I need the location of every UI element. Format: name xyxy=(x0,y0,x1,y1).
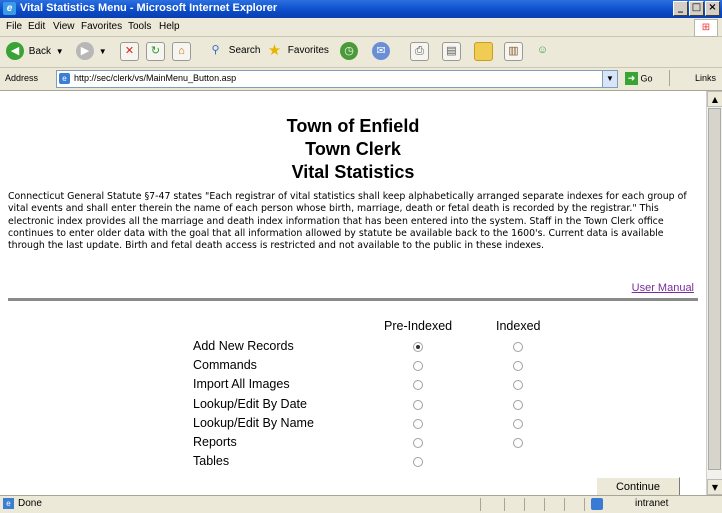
forward-button[interactable]: ▶ ▼ xyxy=(76,42,107,62)
pre-indexed-radio[interactable] xyxy=(413,418,423,429)
pre-indexed-radio[interactable] xyxy=(413,380,423,391)
address-bar: Address e http://sec/clerk/vs/MainMenu_B… xyxy=(0,68,722,91)
page-done-icon: e xyxy=(3,498,14,509)
column-indexed: Indexed xyxy=(496,319,541,333)
forward-dropdown-icon[interactable]: ▼ xyxy=(99,47,107,56)
back-button[interactable]: ◀ Back ▼ xyxy=(6,42,64,62)
status-bar: e Done intranet xyxy=(0,495,722,513)
address-label: Address xyxy=(5,73,39,83)
folder-icon xyxy=(474,42,493,61)
edit-page-icon: ▤ xyxy=(442,42,461,61)
indexed-radio[interactable] xyxy=(513,438,523,448)
menu-bar: File Edit View Favorites Tools Help ⊞ xyxy=(0,18,722,37)
windows-logo-icon: ⊞ xyxy=(694,19,718,37)
go-button[interactable]: ➜ Go xyxy=(625,72,653,85)
back-arrow-icon: ◀ xyxy=(6,42,24,60)
option-label: Import All Images xyxy=(193,377,290,392)
print-button[interactable]: ⎙ xyxy=(410,42,429,62)
pre-indexed-radio[interactable] xyxy=(413,342,423,352)
go-arrow-icon: ➜ xyxy=(625,72,638,85)
statute-description: Connecticut General Statute §7-47 states… xyxy=(8,191,687,252)
back-dropdown-icon[interactable]: ▼ xyxy=(56,47,64,56)
page-subtitle: Town Clerk xyxy=(305,139,401,159)
refresh-button[interactable]: ↻ xyxy=(146,42,165,62)
printer-icon: ⎙ xyxy=(410,42,429,61)
menu-help[interactable]: Help xyxy=(159,21,180,32)
minimize-icon[interactable]: _ xyxy=(673,1,688,16)
menu-file[interactable]: File xyxy=(6,21,22,32)
pre-indexed-radio[interactable] xyxy=(413,457,423,468)
user-manual-link[interactable]: User Manual xyxy=(632,282,694,294)
history-icon: ◷ xyxy=(340,42,358,60)
continue-button[interactable]: Continue xyxy=(596,477,680,495)
column-pre-indexed: Pre-Indexed xyxy=(384,319,453,333)
option-label: Reports xyxy=(193,435,237,449)
option-label: Lookup/Edit By Name xyxy=(193,415,314,430)
edit-button[interactable]: ▤ xyxy=(442,42,461,62)
pre-indexed-radio[interactable] xyxy=(413,399,423,410)
option-label: Tables xyxy=(193,454,230,469)
option-label: Add New Records xyxy=(193,339,294,353)
menu-favorites[interactable]: Favorites xyxy=(81,21,122,32)
search-icon: ⚲ xyxy=(211,44,220,56)
go-label: Go xyxy=(640,73,653,84)
forward-arrow-icon: ▶ xyxy=(76,42,94,60)
page-content: Town of Enfield Town Clerk Vital Statist… xyxy=(0,91,706,495)
research-button[interactable]: ▥ xyxy=(504,42,523,62)
vertical-scrollbar[interactable]: ▲ ▼ xyxy=(706,91,722,495)
maximize-icon[interactable]: □ xyxy=(689,1,704,16)
favorites-label: Favorites xyxy=(287,45,329,56)
search-label: Search xyxy=(228,45,261,56)
address-input[interactable]: e http://sec/clerk/vs/MainMenu_Button.as… xyxy=(56,70,618,88)
page-icon: e xyxy=(59,73,70,84)
close-icon[interactable]: × xyxy=(705,1,720,16)
messenger-icon: ☺ xyxy=(536,44,549,56)
stop-icon: ✕ xyxy=(120,42,139,61)
indexed-radio[interactable] xyxy=(513,418,523,429)
window-title: Vital Statistics Menu - Microsoft Intern… xyxy=(20,2,278,14)
address-url: http://sec/clerk/vs/MainMenu_Button.asp xyxy=(74,73,237,83)
option-label: Lookup/Edit By Date xyxy=(193,396,307,411)
pre-indexed-radio[interactable] xyxy=(413,361,423,372)
mail-icon: ✉ xyxy=(372,42,390,60)
pre-indexed-radio[interactable] xyxy=(413,438,423,448)
links-button[interactable]: Links xyxy=(695,73,716,83)
back-label: Back xyxy=(28,45,52,57)
ie-icon: e xyxy=(3,2,16,15)
option-label: Commands xyxy=(193,358,257,373)
divider xyxy=(8,298,698,301)
zone-label: intranet xyxy=(635,498,669,509)
window-title-bar: e Vital Statistics Menu - Microsoft Inte… xyxy=(0,0,722,18)
refresh-icon: ↻ xyxy=(146,42,165,61)
indexed-radio[interactable] xyxy=(513,342,523,352)
toolbar: ◀ Back ▼ ▶ ▼ ✕ ↻ ⌂ ⚲ Search ★ Favorites … xyxy=(0,37,722,68)
menu-view[interactable]: View xyxy=(53,21,75,32)
home-icon: ⌂ xyxy=(172,42,191,61)
research-icon: ▥ xyxy=(504,42,523,61)
intranet-zone-icon xyxy=(591,498,603,510)
status-text: Done xyxy=(18,498,42,509)
favorites-button[interactable]: ★ Favorites xyxy=(266,42,329,62)
indexed-radio[interactable] xyxy=(513,361,523,372)
history-button[interactable]: ◷ xyxy=(340,42,358,62)
scroll-up-icon[interactable]: ▲ xyxy=(707,91,722,107)
stop-button[interactable]: ✕ xyxy=(120,42,139,62)
favorites-star-icon: ★ xyxy=(267,42,282,59)
address-dropdown-icon[interactable]: ▼ xyxy=(602,71,617,87)
page-heading: Vital Statistics xyxy=(291,162,415,182)
indexed-radio[interactable] xyxy=(513,380,523,391)
messenger-button[interactable]: ☺ xyxy=(534,42,551,62)
menu-tools[interactable]: Tools xyxy=(128,21,151,32)
mail-button[interactable]: ✉ xyxy=(372,42,390,62)
indexed-radio[interactable] xyxy=(513,399,523,410)
scroll-down-icon[interactable]: ▼ xyxy=(707,479,722,495)
scroll-thumb[interactable] xyxy=(708,108,721,470)
folder-button[interactable] xyxy=(474,42,493,62)
menu-edit[interactable]: Edit xyxy=(28,21,45,32)
search-button[interactable]: ⚲ Search xyxy=(207,42,260,62)
page-title: Town of Enfield xyxy=(286,116,420,136)
home-button[interactable]: ⌂ xyxy=(172,42,191,62)
